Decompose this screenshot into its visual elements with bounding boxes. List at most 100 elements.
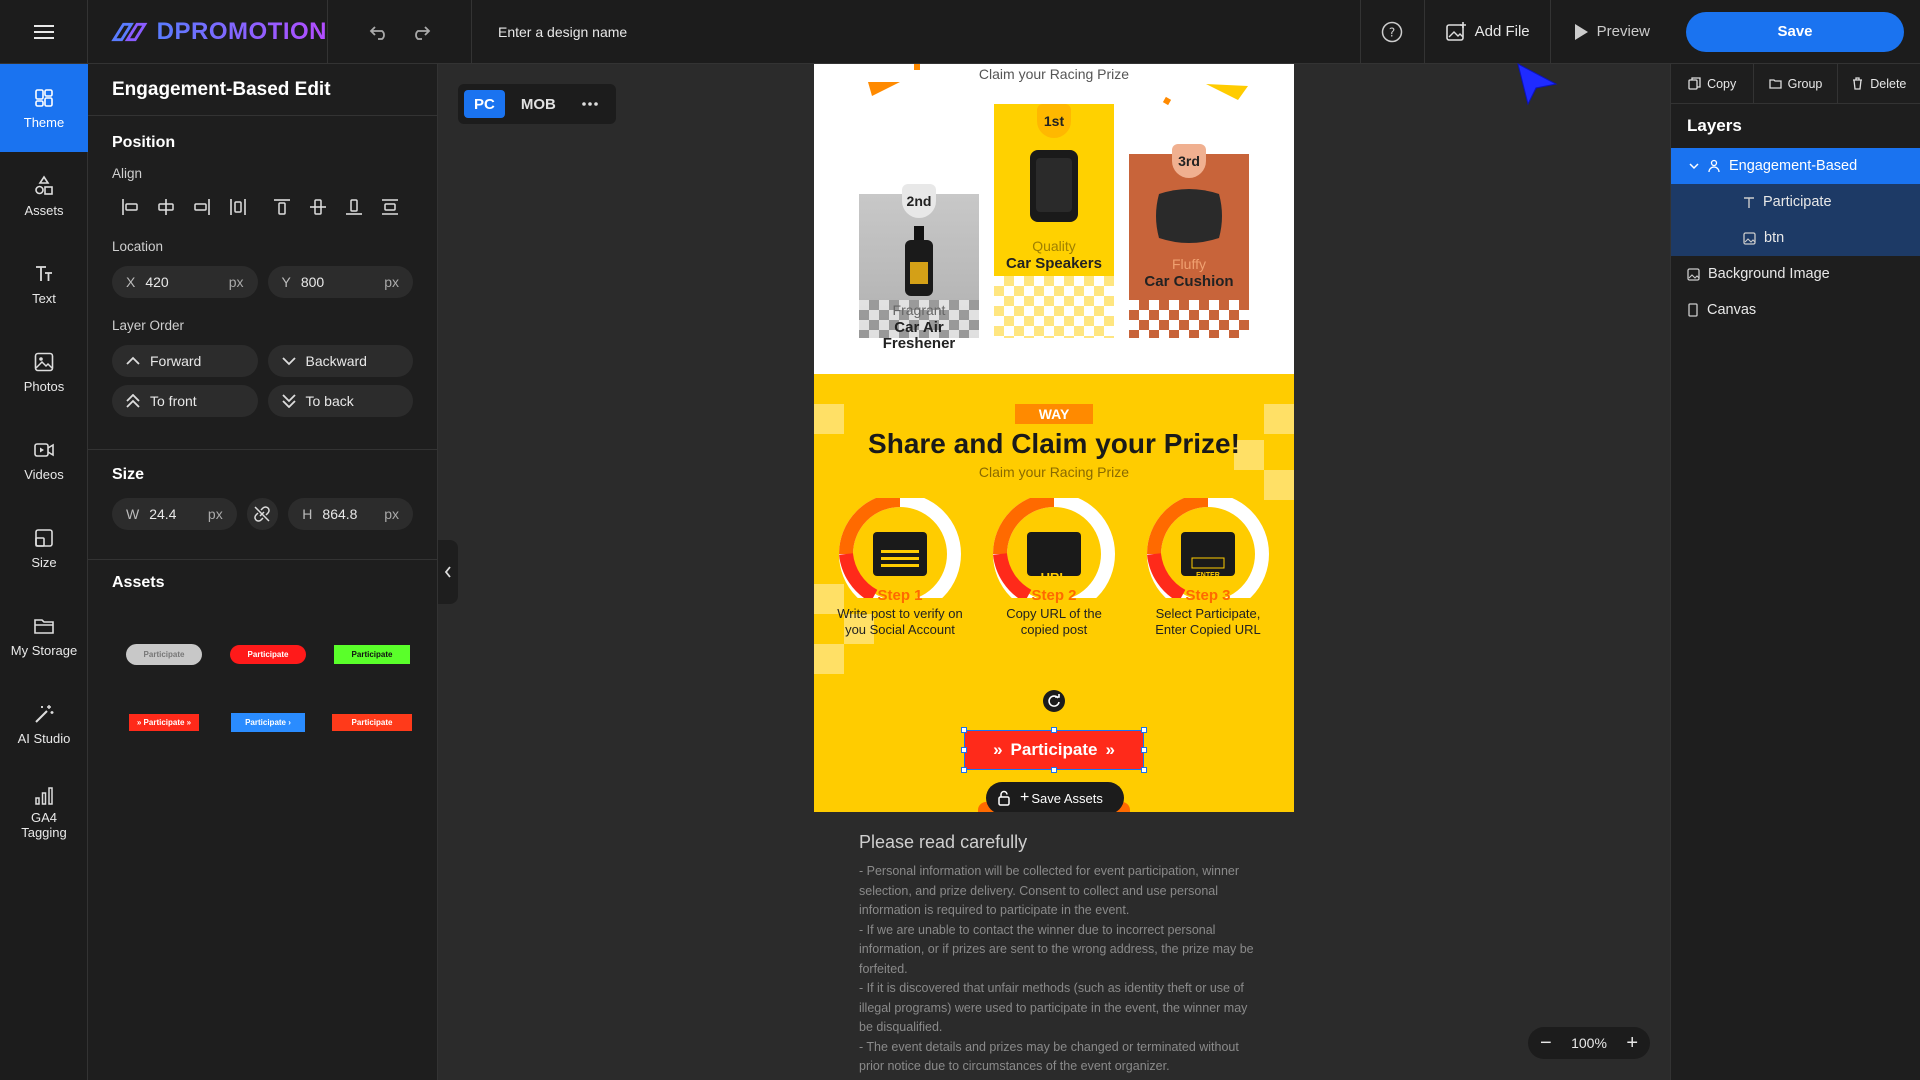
- align-top-icon[interactable]: [264, 195, 300, 219]
- preview-button[interactable]: Preview: [1549, 0, 1672, 64]
- zoom-out-button[interactable]: −: [1540, 1033, 1552, 1053]
- asset-item[interactable]: Participate ›: [216, 713, 320, 732]
- asset-button: Participate: [331, 714, 413, 731]
- step-2-desc: Copy URL of the copied post: [1006, 606, 1102, 637]
- distribute-v-icon[interactable]: [372, 195, 408, 219]
- logo-icon: [111, 22, 148, 41]
- rail-item-text[interactable]: Text: [0, 240, 88, 328]
- selection-box: [964, 730, 1144, 770]
- logo[interactable]: DPROMOTION: [88, 0, 328, 64]
- prize-card-2nd: 2nd Fragrant Car Air Freshener: [859, 128, 979, 352]
- asset-item[interactable]: Participate: [320, 644, 424, 665]
- rail-item-assets[interactable]: Assets: [0, 152, 88, 240]
- menu-button[interactable]: [0, 0, 88, 64]
- rail-label: Text: [32, 290, 56, 306]
- position-section: Position Align Location X 420 px Y 800 p…: [88, 116, 437, 450]
- h-value: 864.8: [322, 506, 358, 522]
- save-assets-toolbar[interactable]: + Save Assets: [986, 782, 1124, 814]
- to-front-label: To front: [150, 393, 197, 409]
- align-bottom-icon[interactable]: [336, 195, 372, 219]
- to-front-button[interactable]: To front: [112, 385, 258, 417]
- save-button[interactable]: Save: [1686, 11, 1904, 52]
- align-center-v-icon[interactable]: [300, 195, 336, 219]
- mob-button[interactable]: MOB: [511, 90, 566, 118]
- asset-button: Participate ›: [231, 713, 305, 732]
- to-back-button[interactable]: To back: [267, 385, 413, 417]
- group-label: Group: [1787, 76, 1823, 91]
- rail-item-size[interactable]: Size: [0, 504, 88, 592]
- share-subtitle: Claim your Racing Prize: [978, 464, 1130, 480]
- design-name-input[interactable]: Enter a design name: [472, 0, 1360, 64]
- collapse-panel-button[interactable]: [438, 540, 458, 604]
- height-field[interactable]: H 864.8 px: [288, 498, 413, 530]
- resize-handle[interactable]: [1141, 767, 1147, 773]
- rail-item-ga4-tagging[interactable]: GA4 Tagging: [0, 768, 88, 856]
- asset-item[interactable]: » Participate »: [112, 713, 216, 732]
- redo-icon[interactable]: [411, 24, 431, 40]
- rail-item-videos[interactable]: Videos: [0, 416, 88, 504]
- layer-order-label: Layer Order: [112, 318, 185, 333]
- undo-icon[interactable]: [369, 24, 389, 40]
- zoom-in-button[interactable]: +: [1626, 1033, 1638, 1053]
- layer-background-image[interactable]: Background Image: [1671, 256, 1920, 292]
- layer-canvas[interactable]: Canvas: [1671, 292, 1920, 328]
- add-file-button[interactable]: Add File: [1423, 0, 1550, 64]
- width-field[interactable]: W 24.4 px: [112, 498, 237, 530]
- chevron-down-icon: [281, 357, 296, 366]
- rail-item-my-storage[interactable]: My Storage: [0, 592, 88, 680]
- chevron-down-icon[interactable]: [1689, 162, 1699, 170]
- align-center-h-icon[interactable]: [148, 195, 184, 219]
- resize-handle[interactable]: [1051, 727, 1057, 733]
- x-field[interactable]: X 420 px: [112, 266, 258, 298]
- top-bar: DPROMOTION Enter a design name ? Add Fil…: [0, 0, 1920, 64]
- rotate-handle[interactable]: [1043, 690, 1065, 712]
- lock-icon[interactable]: [996, 790, 1012, 806]
- align-right-icon[interactable]: [184, 195, 220, 219]
- delete-button[interactable]: Delete: [1838, 64, 1920, 103]
- resize-handle[interactable]: [1141, 747, 1147, 753]
- prize-sub-2nd: Fragrant: [892, 302, 946, 318]
- layer-participate[interactable]: Participate: [1671, 184, 1920, 220]
- asset-item[interactable]: Participate: [216, 644, 320, 665]
- rail-label: My Storage: [10, 642, 78, 658]
- backward-button[interactable]: Backward: [267, 345, 413, 377]
- y-field[interactable]: Y 800 px: [267, 266, 413, 298]
- help-icon: ?: [1381, 21, 1403, 42]
- rail-item-ai-studio[interactable]: AI Studio: [0, 680, 88, 768]
- resize-handle[interactable]: [961, 747, 967, 753]
- rail-item-theme[interactable]: Theme: [0, 64, 88, 152]
- asset-button: » Participate »: [128, 714, 200, 731]
- rail-item-photos[interactable]: Photos: [0, 328, 88, 416]
- checker-3rd: [1129, 300, 1249, 338]
- pc-button[interactable]: PC: [464, 90, 505, 118]
- resize-handle[interactable]: [1141, 727, 1147, 733]
- distribute-h-icon[interactable]: [220, 195, 256, 219]
- device-toggle: PC MOB: [458, 84, 616, 124]
- share-section: WAY Share and Claim your Prize! Claim yo…: [814, 374, 1294, 846]
- align-left-icon[interactable]: [112, 195, 148, 219]
- resize-handle[interactable]: [961, 767, 967, 773]
- text-icon: [1744, 196, 1754, 208]
- notice-body: - Personal information will be collected…: [859, 862, 1259, 1077]
- forward-button[interactable]: Forward: [112, 345, 258, 377]
- asset-item[interactable]: Participate: [112, 644, 216, 665]
- copy-button[interactable]: Copy: [1671, 64, 1755, 103]
- asset-item[interactable]: Participate: [320, 713, 424, 732]
- layer-btn[interactable]: btn: [1671, 220, 1920, 256]
- resize-handle[interactable]: [961, 727, 967, 733]
- backward-label: Backward: [305, 353, 367, 369]
- plus-icon: +: [1020, 789, 1030, 806]
- group-button[interactable]: Group: [1754, 64, 1838, 103]
- unlink-ratio-button[interactable]: [246, 498, 279, 530]
- x-label: X: [126, 274, 136, 290]
- add-file-label: Add File: [1474, 23, 1530, 40]
- design-canvas[interactable]: Claim your Racing Prize 2nd Fragrant Car…: [814, 64, 1294, 1080]
- layer-label: Background Image: [1708, 266, 1830, 282]
- rotate-icon: [1048, 694, 1060, 707]
- videos-icon: [34, 442, 54, 457]
- checker-1st: [994, 276, 1114, 338]
- layer-engagement-based[interactable]: Engagement-Based: [1671, 148, 1920, 184]
- resize-handle[interactable]: [1051, 767, 1057, 773]
- help-button[interactable]: ?: [1359, 0, 1424, 64]
- more-options-button[interactable]: [572, 90, 608, 118]
